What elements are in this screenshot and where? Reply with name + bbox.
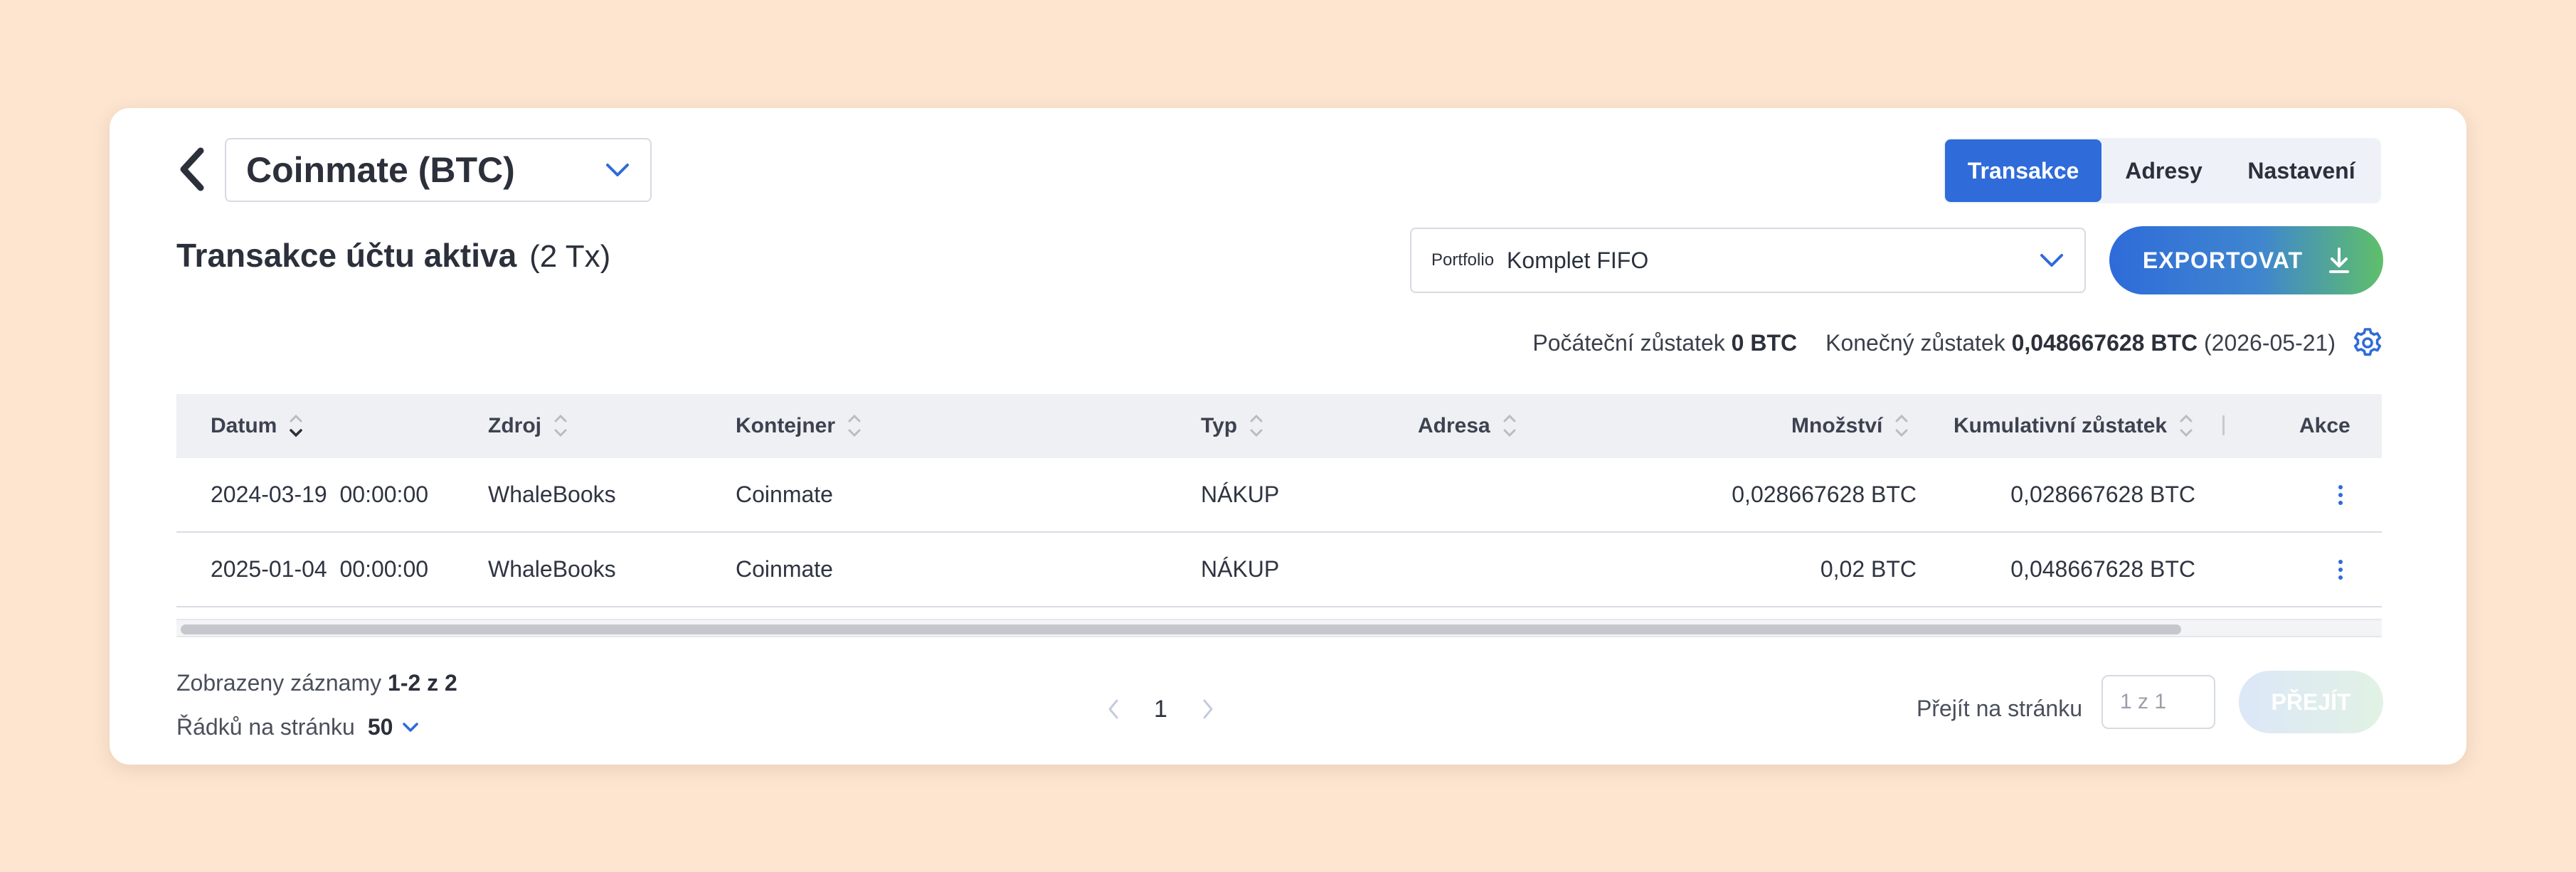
opening-balance-label: Počáteční zůstatek	[1532, 329, 1725, 356]
export-button-label: EXPORTOVAT	[2142, 247, 2304, 273]
tab-transakce[interactable]: Transakce	[1945, 139, 2101, 202]
sort-desc-icon	[290, 414, 303, 437]
cell-mnozstvi: 0,028667628 BTC	[1732, 482, 1917, 507]
cell-datum: 2025-01-04 00:00:00	[211, 556, 429, 582]
download-icon	[2329, 248, 2350, 273]
portfolio-select[interactable]: Portfolio Komplet FIFO	[1410, 228, 2086, 293]
sort-icon	[554, 414, 567, 437]
rows-per-page[interactable]: Řádků na stránku 50	[176, 714, 420, 740]
cell-kontejner: Coinmate	[736, 482, 833, 507]
chevron-left-icon[interactable]	[1106, 697, 1121, 721]
scrollbar-thumb[interactable]	[181, 624, 2181, 634]
more-vertical-icon[interactable]	[2333, 481, 2348, 509]
chevron-down-icon	[606, 164, 629, 176]
portfolio-label: Portfolio	[1431, 250, 1495, 270]
chevron-down-icon[interactable]	[401, 721, 420, 734]
column-label: Kumulativní zůstatek	[1954, 414, 2168, 437]
table-row[interactable]: 2024-03-19 00:00:00 WhaleBooks Coinmate …	[176, 458, 2382, 533]
closing-balance-date: (2026-05-21)	[2204, 329, 2336, 356]
cell-kumulativni: 0,048667628 BTC	[2010, 556, 2195, 582]
column-label: Množství	[1791, 414, 1883, 437]
table-row[interactable]: 2025-01-04 00:00:00 WhaleBooks Coinmate …	[176, 533, 2382, 607]
column-divider	[2222, 415, 2225, 435]
gear-icon[interactable]	[2351, 326, 2384, 359]
cell-datum: 2024-03-19 00:00:00	[211, 482, 429, 507]
sort-icon	[1250, 414, 1263, 437]
sort-icon	[1895, 414, 1908, 437]
chevron-right-icon[interactable]	[1200, 697, 1216, 721]
goto-page-label: Přejít na stránku	[1917, 695, 2082, 721]
export-button[interactable]: EXPORTOVAT	[2109, 226, 2383, 294]
cell-mnozstvi: 0,02 BTC	[1820, 556, 1917, 582]
transactions-table: Datum Zdroj Kontejner Typ Adresa Množstv…	[176, 394, 2382, 607]
page-title: Transakce účtu aktiva	[176, 237, 517, 274]
column-header-kumulativni[interactable]: Kumulativní zůstatek	[1954, 394, 2195, 458]
column-header-datum[interactable]: Datum	[211, 394, 305, 458]
column-header-typ[interactable]: Typ	[1201, 394, 1266, 458]
chevron-down-icon	[2040, 254, 2063, 267]
more-vertical-icon[interactable]	[2333, 555, 2348, 584]
cell-kumulativni: 0,028667628 BTC	[2010, 482, 2195, 507]
records-label: Zobrazeny záznamy	[176, 670, 382, 696]
cell-zdroj: WhaleBooks	[488, 482, 616, 507]
account-select-value: Coinmate (BTC)	[246, 150, 515, 190]
cell-typ: NÁKUP	[1201, 556, 1280, 582]
sort-icon	[2180, 414, 2193, 437]
column-label: Datum	[211, 414, 277, 437]
back-arrow-icon[interactable]	[172, 141, 215, 198]
cell-zdroj: WhaleBooks	[488, 556, 616, 582]
column-label: Zdroj	[488, 414, 541, 437]
page-title-row: Transakce účtu aktiva (2 Tx)	[176, 236, 610, 286]
column-header-zdroj[interactable]: Zdroj	[488, 394, 570, 458]
sort-icon	[1503, 414, 1516, 437]
rows-per-page-label: Řádků na stránku	[176, 714, 355, 740]
column-label: Adresa	[1418, 414, 1490, 437]
cell-kontejner: Coinmate	[736, 556, 833, 582]
column-label: Typ	[1201, 414, 1238, 437]
view-tabs: Transakce Adresy Nastavení	[1944, 138, 2381, 203]
column-header-mnozstvi[interactable]: Množství	[1791, 394, 1911, 458]
column-header-kontejner[interactable]: Kontejner	[736, 394, 864, 458]
pagination: 1	[1106, 684, 1216, 734]
portfolio-value: Komplet FIFO	[1507, 247, 1649, 273]
table-header: Datum Zdroj Kontejner Typ Adresa Množstv…	[176, 394, 2382, 458]
closing-balance-value: 0,048667628 BTC	[2011, 329, 2198, 356]
column-label: Akce	[2299, 414, 2350, 437]
records-info: Zobrazeny záznamy 1-2 z 2	[176, 670, 457, 696]
tx-count: (2 Tx)	[529, 239, 611, 274]
cell-typ: NÁKUP	[1201, 482, 1280, 507]
tab-adresy[interactable]: Adresy	[2101, 139, 2226, 202]
rows-per-page-value[interactable]: 50	[368, 714, 393, 740]
balance-summary: Počáteční zůstatek 0 BTC Konečný zůstate…	[1532, 321, 2384, 364]
opening-balance-value: 0 BTC	[1731, 329, 1798, 356]
account-select[interactable]: Coinmate (BTC)	[225, 138, 652, 202]
goto-page-button[interactable]: PŘEJÍT	[2239, 671, 2383, 733]
closing-balance-label: Konečný zůstatek	[1825, 329, 2005, 356]
column-header-adresa[interactable]: Adresa	[1418, 394, 1519, 458]
records-value: 1-2 z 2	[388, 670, 457, 696]
current-page[interactable]: 1	[1154, 696, 1167, 723]
tab-nastaveni[interactable]: Nastavení	[2226, 139, 2377, 202]
column-header-akce: Akce	[2299, 394, 2350, 458]
sort-icon	[848, 414, 861, 437]
transactions-card: Coinmate (BTC) Transakce Adresy Nastaven…	[110, 108, 2466, 765]
row-actions[interactable]	[2333, 458, 2348, 531]
horizontal-scrollbar[interactable]	[176, 619, 2382, 637]
row-actions[interactable]	[2333, 533, 2348, 606]
goto-page-input[interactable]	[2101, 675, 2215, 729]
column-label: Kontejner	[736, 414, 836, 437]
